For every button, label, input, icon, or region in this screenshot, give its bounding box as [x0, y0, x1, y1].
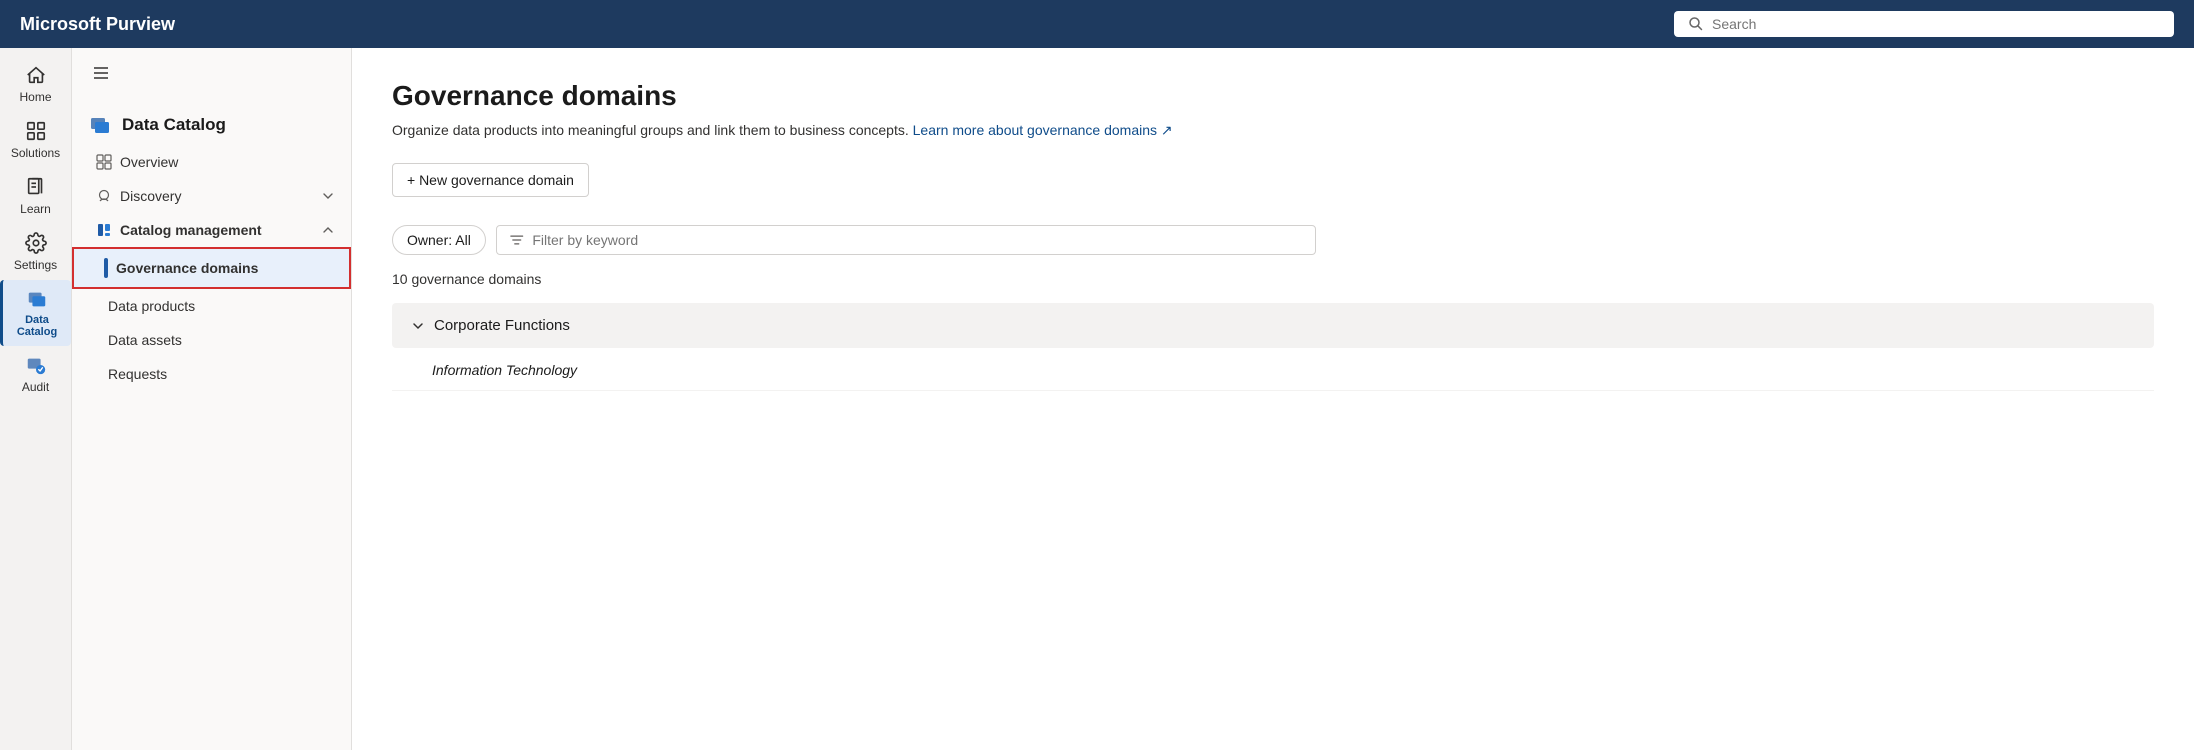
requests-label: Requests: [108, 366, 167, 382]
data-assets-label: Data assets: [108, 332, 182, 348]
search-icon: [1688, 16, 1704, 32]
data-catalog-sidebar-icon: [88, 113, 112, 137]
keyword-filter[interactable]: [496, 225, 1316, 255]
keyword-filter-input[interactable]: [532, 232, 1302, 248]
sidebar-item-learn[interactable]: Learn: [0, 168, 71, 224]
sidebar-section-title: Data Catalog: [72, 101, 351, 145]
new-domain-label: + New governance domain: [407, 172, 574, 188]
subtitle-text: Organize data products into meaningful g…: [392, 122, 909, 138]
data-catalog-label: Data Catalog: [7, 314, 67, 338]
filter-icon: [509, 232, 525, 248]
sidebar-catalog-title: Data Catalog: [122, 115, 226, 135]
sidebar-item-data-assets[interactable]: Data assets: [72, 323, 351, 357]
sidebar-item-overview[interactable]: Overview: [72, 145, 351, 179]
catalog-management-icon: [96, 222, 112, 238]
sidebar-item-requests[interactable]: Requests: [72, 357, 351, 391]
sidebar-header: [72, 48, 351, 101]
chevron-down-icon: [321, 189, 335, 203]
sidebar-item-settings[interactable]: Settings: [0, 224, 71, 280]
filter-row: Owner: All: [392, 225, 2154, 255]
page-subtitle: Organize data products into meaningful g…: [392, 122, 2154, 139]
home-icon: [25, 64, 47, 86]
chevron-up-icon: [321, 223, 335, 237]
sidebar-item-audit[interactable]: Audit: [0, 346, 71, 402]
topbar: Microsoft Purview: [0, 0, 2194, 48]
active-indicator: [104, 258, 108, 278]
domain-name: Corporate Functions: [434, 317, 570, 334]
hamburger-icon: [92, 64, 110, 82]
main-layout: Home Solutions Learn: [0, 48, 2194, 750]
page-title: Governance domains: [392, 80, 2154, 112]
catalog-management-label: Catalog management: [120, 222, 262, 238]
settings-icon: [25, 232, 47, 254]
search-input[interactable]: [1712, 16, 2160, 32]
learn-more-link[interactable]: Learn more about governance domains ↗: [913, 122, 1173, 138]
overview-icon: [96, 154, 112, 170]
icon-nav: Home Solutions Learn: [0, 48, 72, 750]
data-catalog-icon: [26, 288, 48, 310]
app-title: Microsoft Purview: [20, 14, 1674, 35]
overview-label: Overview: [120, 154, 178, 170]
audit-icon: [25, 354, 47, 376]
solutions-label: Solutions: [11, 146, 60, 160]
data-products-label: Data products: [108, 298, 195, 314]
home-label: Home: [19, 90, 51, 104]
domain-row[interactable]: Corporate Functions: [392, 303, 2154, 348]
sidebar-item-discovery[interactable]: Discovery: [72, 179, 351, 213]
sidebar-item-home[interactable]: Home: [0, 56, 71, 112]
content-area: Governance domains Organize data product…: [352, 48, 2194, 750]
discovery-label: Discovery: [120, 188, 181, 204]
hamburger-menu[interactable]: [88, 60, 114, 89]
learn-icon: [25, 176, 47, 198]
sidebar-item-governance-domains[interactable]: Governance domains: [72, 247, 351, 289]
new-governance-domain-button[interactable]: + New governance domain: [392, 163, 589, 197]
search-box[interactable]: [1674, 11, 2174, 37]
learn-label: Learn: [20, 202, 51, 216]
sidebar-item-data-catalog[interactable]: Data Catalog: [0, 280, 71, 346]
owner-filter-label: Owner: All: [407, 232, 471, 248]
sub-domain-row[interactable]: Information Technology: [392, 350, 2154, 391]
sidebar-item-solutions[interactable]: Solutions: [0, 112, 71, 168]
count-label: 10 governance domains: [392, 271, 2154, 287]
sidebar-item-catalog-management[interactable]: Catalog management: [72, 213, 351, 247]
sub-domain-name: Information Technology: [432, 362, 577, 378]
solutions-icon: [25, 120, 47, 142]
owner-filter-button[interactable]: Owner: All: [392, 225, 486, 255]
sidebar: Data Catalog Overview Discove: [72, 48, 352, 750]
governance-domains-label: Governance domains: [116, 260, 258, 276]
audit-label: Audit: [22, 380, 49, 394]
discovery-icon: [96, 188, 112, 204]
expand-chevron-icon: [410, 318, 426, 334]
settings-label: Settings: [14, 258, 57, 272]
sidebar-item-data-products[interactable]: Data products: [72, 289, 351, 323]
